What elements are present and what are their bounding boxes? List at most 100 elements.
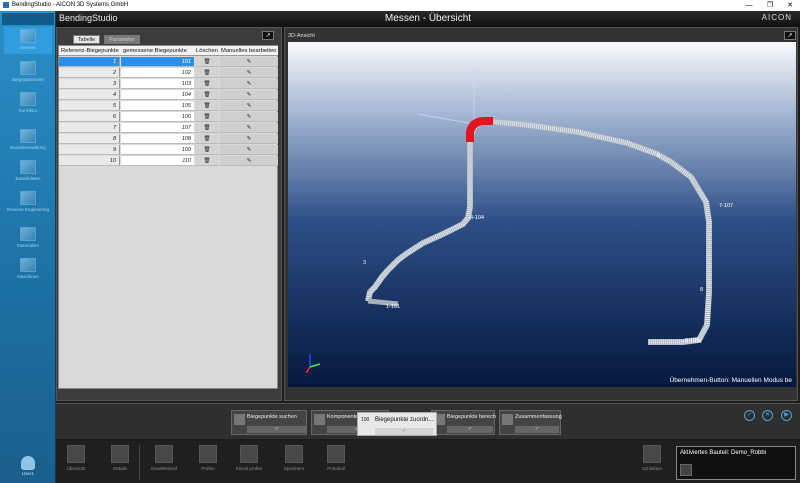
bend-point-label: 6 (657, 153, 660, 159)
machines-icon (20, 258, 36, 272)
single-check-button[interactable]: Einzel prüfen (233, 445, 265, 481)
bend-point-label: 8 (700, 287, 703, 293)
axis-y (309, 363, 321, 368)
table-row[interactable]: 7 107 🗑 ✎ (59, 123, 278, 133)
save-button[interactable]: Speichern (278, 445, 310, 481)
window-titlebar: BendingStudio - AICON 3D Systems GmbH — … (0, 0, 800, 11)
check-button[interactable]: Prüfen (192, 445, 224, 481)
measured-cell[interactable]: 109 (121, 145, 194, 155)
measured-cell[interactable]: 102 (121, 68, 194, 78)
overview-button[interactable]: Übersicht (60, 445, 92, 481)
table-row[interactable]: 1 101 🗑 ✎ (59, 57, 278, 67)
nav-machines[interactable]: Maschinen (4, 256, 52, 283)
find-bends-button[interactable]: Biegepunkte suchen ✓ (231, 410, 307, 435)
next-icon[interactable]: ▶ (781, 410, 792, 421)
delete-icon[interactable]: 🗑 (195, 79, 219, 89)
materials-icon (20, 227, 36, 241)
tab-table[interactable]: Tabelle (73, 35, 100, 44)
edit-icon[interactable]: ✎ (220, 112, 278, 122)
measured-cell[interactable]: 107 (121, 123, 194, 133)
table-row[interactable]: 10 110 🗑 ✎ (59, 156, 278, 166)
axis-x (305, 366, 311, 374)
assign-bends-popup[interactable]: 100 Biegepunkte zuordn... ✓ (357, 412, 437, 436)
nav-reverse-engineering[interactable]: Reverse Engineering (4, 189, 52, 216)
cancel-icon[interactable]: ✕ (762, 410, 773, 421)
table-row[interactable]: 3 103 🗑 ✎ (59, 79, 278, 89)
delete-icon[interactable]: 🗑 (195, 134, 219, 144)
table-row[interactable]: 2 102 🗑 ✎ (59, 68, 278, 78)
page-title: Messen - Übersicht (384, 13, 472, 24)
nav-bending-params[interactable]: Biegeparameter (4, 59, 52, 86)
edit-icon[interactable]: ✎ (220, 101, 278, 111)
measured-cell[interactable]: 110 (121, 156, 194, 166)
window-title: BendingStudio - AICON 3D Systems GmbH (12, 2, 129, 8)
nav-correction[interactable]: Korrektur (4, 90, 52, 117)
table-row[interactable]: 9 109 🗑 ✎ (59, 145, 278, 155)
table-row[interactable]: 8 108 🗑 ✎ (59, 134, 278, 144)
edit-icon[interactable]: ✎ (220, 68, 278, 78)
nav-materials[interactable]: Materialien (4, 225, 52, 252)
column-header-delete: Löschen (196, 48, 218, 54)
edit-icon[interactable]: ✎ (220, 79, 278, 89)
close-window-button[interactable]: ✕ (779, 0, 800, 11)
confirm-icon[interactable]: ✓ (744, 410, 755, 421)
edit-icon[interactable]: ✎ (220, 145, 278, 155)
certificate-icon (155, 445, 173, 463)
delete-icon[interactable]: 🗑 (195, 68, 219, 78)
app-header: BendingStudio Messen - Übersicht AICON (56, 11, 800, 27)
reference-cell: 6 (59, 112, 120, 122)
left-navigation: Messen Biegeparameter Korrektur Bauteilv… (0, 11, 56, 483)
delete-icon[interactable]: 🗑 (195, 145, 219, 155)
delete-icon[interactable]: 🗑 (195, 90, 219, 100)
edit-icon[interactable]: ✎ (220, 90, 278, 100)
nav-part-management[interactable]: Bauteilverwaltung (4, 127, 52, 154)
table-row[interactable]: 6 106 🗑 ✎ (59, 112, 278, 122)
delete-icon[interactable]: 🗑 (195, 112, 219, 122)
measured-cell[interactable]: 103 (121, 79, 194, 89)
bottom-bar: Übersicht Details Gesellenbrief Prüfen E… (56, 441, 800, 483)
protocol-button[interactable]: Protokoll (320, 445, 352, 481)
popup-confirm[interactable]: ✓ (375, 428, 433, 435)
bend-point-label: 1-101 (386, 304, 400, 310)
maximize-button[interactable]: ❐ (759, 0, 781, 11)
delete-icon[interactable]: 🗑 (195, 123, 219, 133)
measured-cell[interactable]: 104 (121, 90, 194, 100)
bend-point-label: 7-107 (719, 203, 733, 209)
details-button[interactable]: Details (104, 445, 136, 481)
tab-parameter[interactable]: Parameter (104, 35, 140, 44)
measured-cell[interactable]: 101 (121, 57, 194, 67)
delete-icon[interactable]: 🗑 (195, 156, 219, 166)
edit-icon[interactable]: ✎ (220, 134, 278, 144)
nav-part-data[interactable]: Bauteildaten (4, 158, 52, 185)
certificate-button[interactable]: Gesellenbrief (148, 445, 180, 481)
edit-icon[interactable]: ✎ (220, 57, 278, 67)
measured-cell[interactable]: 106 (121, 112, 194, 122)
edit-icon[interactable]: ✎ (220, 156, 278, 166)
reference-cell: 8 (59, 134, 120, 144)
active-part-label: Aktiviertes Bauteil: Demo_Robbi (680, 450, 767, 456)
calculate-bends-button[interactable]: Biegepunkte berech ✓ (431, 410, 496, 435)
maximize-view-icon[interactable]: ↗ (784, 31, 796, 40)
delete-icon[interactable]: 🗑 (195, 101, 219, 111)
edit-icon[interactable]: ✎ (220, 123, 278, 133)
user-button[interactable]: User1 (14, 456, 42, 477)
measure-icon (20, 29, 36, 43)
reference-cell: 7 (59, 123, 120, 133)
nav-measure[interactable]: Messen (4, 27, 52, 54)
measured-cell[interactable]: 105 (121, 101, 194, 111)
active-part-box: Aktiviertes Bauteil: Demo_Robbi (676, 446, 796, 480)
minimize-button[interactable]: — (738, 0, 760, 11)
summary-button[interactable]: Zusammenfassung ✓ (499, 410, 562, 435)
measured-cell[interactable]: 108 (121, 134, 194, 144)
table-row[interactable]: 5 105 🗑 ✎ (59, 101, 278, 111)
maximize-panel-icon[interactable]: ↗ (262, 31, 274, 40)
overview-icon (67, 445, 85, 463)
delete-icon[interactable]: 🗑 (195, 57, 219, 67)
3d-viewport[interactable]: 1-101 3 4-104 6 7-107 8 9-109 (288, 42, 796, 387)
close-button[interactable]: Schließen (636, 445, 668, 481)
bend-point-label: 3 (363, 260, 366, 266)
tube-model: 1-101 3 4-104 6 7-107 8 9-109 (305, 65, 733, 374)
exit-icon (643, 445, 661, 463)
reverse-engineering-icon (20, 191, 36, 205)
table-row[interactable]: 4 104 🗑 ✎ (59, 90, 278, 100)
